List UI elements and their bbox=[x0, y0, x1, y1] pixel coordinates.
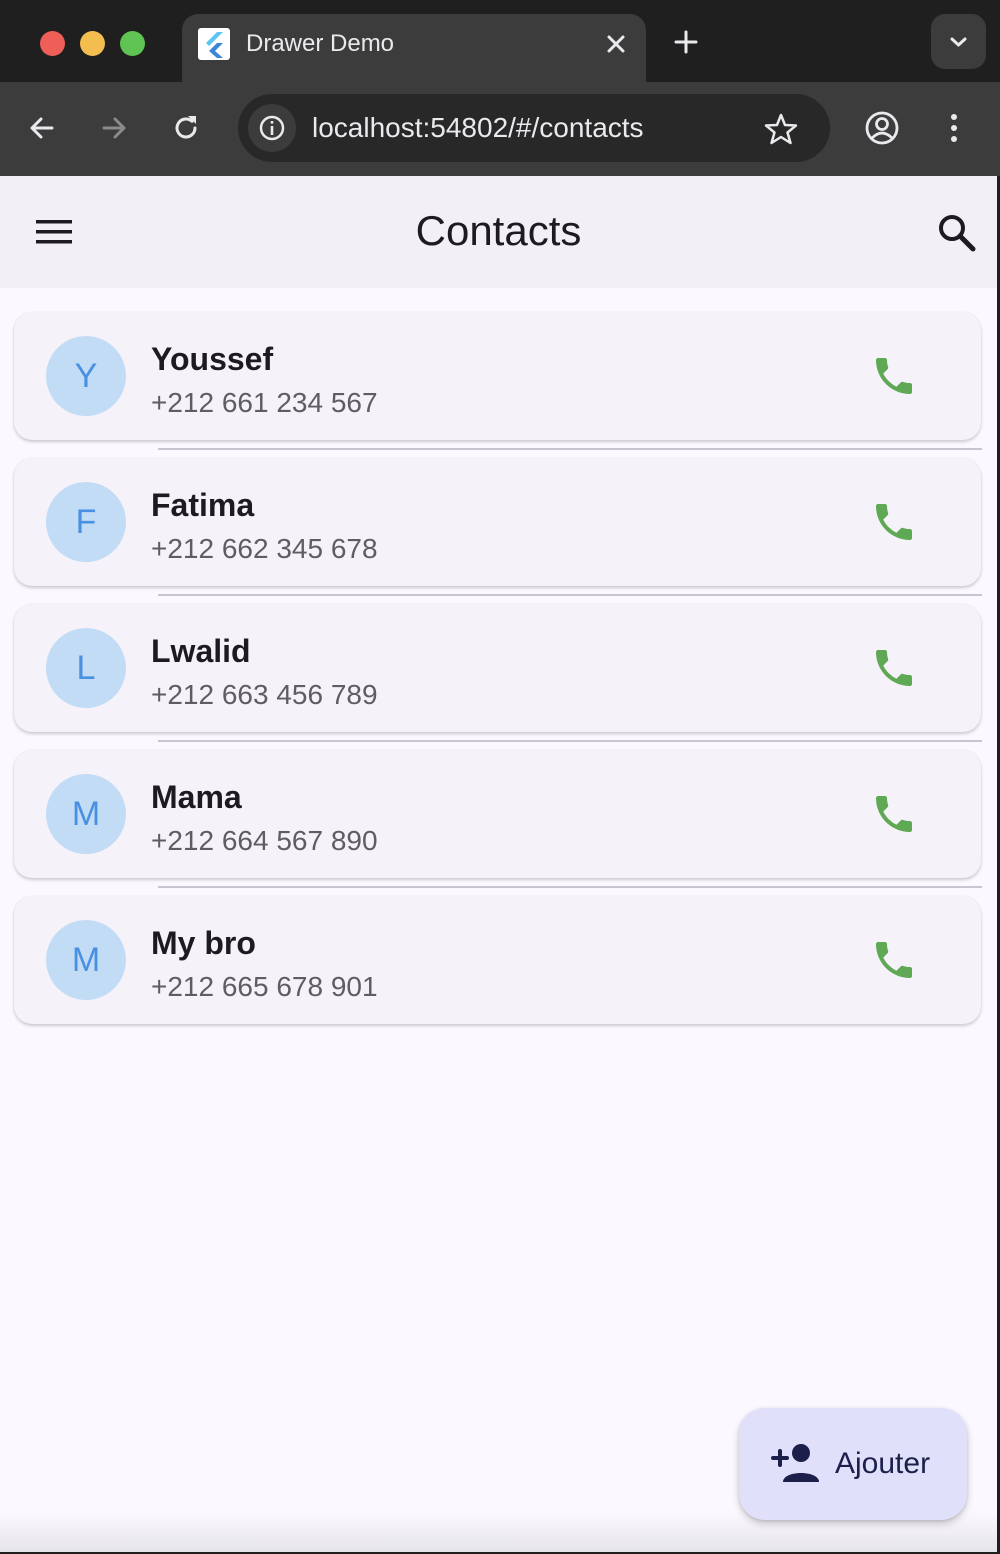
back-arrow-icon[interactable] bbox=[22, 108, 62, 148]
flutter-favicon-icon bbox=[198, 28, 230, 60]
site-info-button[interactable] bbox=[248, 104, 296, 152]
contact-phone: +212 665 678 901 bbox=[151, 971, 378, 1002]
contact-card[interactable]: F Fatima +212 662 345 678 bbox=[14, 458, 981, 586]
contact-name: Youssef bbox=[151, 341, 274, 377]
forward-arrow-icon[interactable] bbox=[94, 108, 134, 148]
close-window-button[interactable] bbox=[40, 31, 65, 56]
profile-icon[interactable] bbox=[862, 108, 902, 148]
maximize-window-button[interactable] bbox=[120, 31, 145, 56]
phone-icon[interactable] bbox=[870, 352, 918, 400]
add-contact-button[interactable]: Ajouter bbox=[739, 1408, 967, 1520]
contact-card[interactable]: M My bro +212 665 678 901 bbox=[14, 896, 981, 1024]
contact-phone: +212 663 456 789 bbox=[151, 679, 378, 710]
phone-icon[interactable] bbox=[870, 644, 918, 692]
contact-name: My bro bbox=[151, 925, 256, 961]
contact-name: Lwalid bbox=[151, 633, 251, 669]
tab-title: Drawer Demo bbox=[246, 30, 395, 57]
minimize-window-button[interactable] bbox=[80, 31, 105, 56]
url-text: localhost:54802/#/contacts bbox=[312, 112, 644, 143]
reload-icon[interactable] bbox=[166, 108, 206, 148]
contact-card[interactable]: Y Youssef +212 661 234 567 bbox=[14, 312, 981, 440]
contact-phone: +212 664 567 890 bbox=[151, 825, 378, 856]
contact-name: Fatima bbox=[151, 487, 255, 523]
browser-tab[interactable]: Drawer Demo bbox=[182, 14, 646, 82]
browser-window: Drawer Demo localhost:54802/#/contacts C… bbox=[0, 0, 1000, 1554]
avatar: L bbox=[46, 628, 126, 708]
phone-icon[interactable] bbox=[870, 498, 918, 546]
chevron-down-icon bbox=[950, 37, 967, 47]
divider bbox=[158, 594, 982, 596]
phone-icon[interactable] bbox=[870, 790, 918, 838]
divider bbox=[158, 740, 982, 742]
contact-card[interactable]: M Mama +212 664 567 890 bbox=[14, 750, 981, 878]
divider bbox=[158, 448, 982, 450]
more-vert-icon[interactable] bbox=[934, 108, 974, 148]
avatar: M bbox=[46, 920, 126, 1000]
address-bar[interactable]: localhost:54802/#/contacts bbox=[238, 94, 830, 162]
avatar: Y bbox=[46, 336, 126, 416]
tab-search-button[interactable] bbox=[931, 14, 986, 69]
browser-toolbar: localhost:54802/#/contacts bbox=[0, 82, 1000, 176]
info-icon bbox=[259, 115, 285, 141]
page-title: Contacts bbox=[415, 207, 582, 254]
avatar: M bbox=[46, 774, 126, 854]
phone-icon[interactable] bbox=[870, 936, 918, 984]
app-bar: Contacts bbox=[0, 176, 997, 288]
person-add-icon bbox=[771, 1442, 819, 1486]
close-tab-icon[interactable] bbox=[600, 28, 632, 60]
add-button-label: Ajouter bbox=[835, 1447, 931, 1480]
contact-name: Mama bbox=[151, 779, 242, 815]
app-viewport: Contacts Y Youssef +212 661 234 567 F Fa… bbox=[0, 176, 997, 1552]
contact-phone: +212 662 345 678 bbox=[151, 533, 378, 564]
contact-phone: +212 661 234 567 bbox=[151, 387, 378, 418]
new-tab-icon[interactable] bbox=[668, 24, 704, 60]
contact-card[interactable]: L Lwalid +212 663 456 789 bbox=[14, 604, 981, 732]
bookmark-star-icon[interactable] bbox=[762, 110, 800, 148]
divider bbox=[158, 886, 982, 888]
avatar: F bbox=[46, 482, 126, 562]
search-icon[interactable] bbox=[934, 210, 980, 256]
tab-strip: Drawer Demo bbox=[0, 0, 1000, 82]
